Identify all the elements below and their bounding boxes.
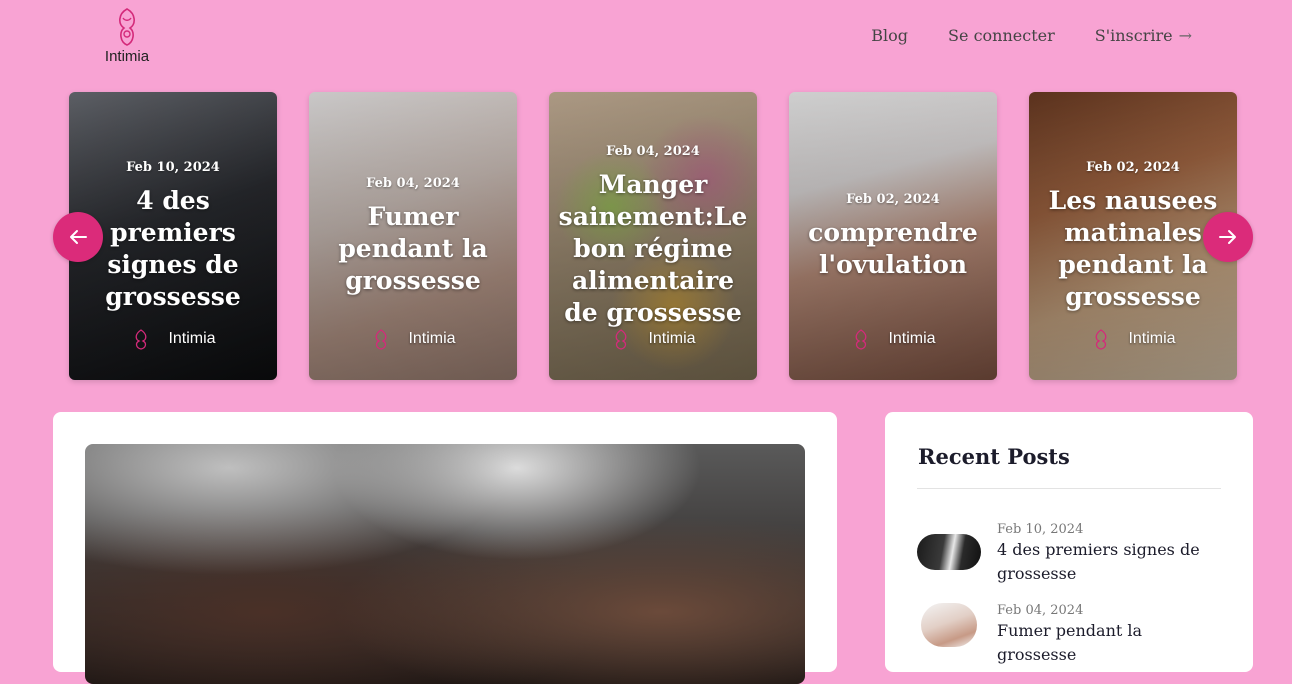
nav-blog-label: Blog <box>871 26 909 45</box>
post-carousel: Feb 10, 2024 4 des premiers signes de gr… <box>69 92 1237 380</box>
author-logo-icon <box>1096 329 1107 350</box>
brand-name: Intimia <box>104 48 150 65</box>
carousel-next-button[interactable] <box>1203 212 1253 262</box>
card-date: Feb 04, 2024 <box>366 175 460 191</box>
card-author-name: Intimia <box>888 330 936 347</box>
card-date: Feb 02, 2024 <box>846 191 940 207</box>
logo-mark-icon <box>119 8 135 46</box>
card-date: Feb 10, 2024 <box>126 159 220 175</box>
post-title[interactable]: 4 des premiers signes de grossesse <box>997 538 1221 586</box>
author-logo-icon <box>376 329 387 350</box>
brand-logo[interactable]: Intimia <box>100 6 154 68</box>
divider <box>917 488 1221 489</box>
card-date: Feb 04, 2024 <box>606 143 700 159</box>
recent-post-item[interactable]: Feb 04, 2024 Fumer pendant la grossesse <box>917 603 1221 667</box>
card-author-name: Intimia <box>648 330 696 347</box>
nav-login-link[interactable]: Se connecter <box>948 26 1055 45</box>
arrow-right-icon <box>1219 230 1236 244</box>
author-logo-icon <box>136 329 147 350</box>
author-logo-icon <box>856 329 867 350</box>
post-title[interactable]: Fumer pendant la grossesse <box>997 619 1221 667</box>
article-panel <box>53 412 837 684</box>
post-date: Feb 04, 2024 <box>997 603 1084 618</box>
card-title: 4 des premiers signes de grossesse <box>105 185 241 311</box>
top-nav: Blog Se connecter S'inscrire → <box>871 26 1192 45</box>
carousel-card[interactable]: Feb 02, 2024 comprendre l'ovulation Inti… <box>789 92 997 380</box>
card-date: Feb 02, 2024 <box>1086 159 1180 175</box>
post-date: Feb 10, 2024 <box>997 522 1084 537</box>
card-title: Les nausees matinales pendant la grosses… <box>1048 185 1218 311</box>
recent-posts-sidebar: Recent Posts Feb 10, 2024 4 des premiers… <box>885 412 1253 672</box>
carousel-prev-button[interactable] <box>53 212 103 262</box>
arrow-right-icon: → <box>1178 26 1192 45</box>
card-author-name: Intimia <box>168 330 216 347</box>
post-thumbnail <box>917 534 981 570</box>
carousel-card[interactable]: Feb 04, 2024 Manger sainement:Le bon rég… <box>549 92 757 380</box>
card-author: Intimia <box>1029 328 1237 350</box>
nav-blog-link[interactable]: Blog <box>871 26 908 45</box>
card-author: Intimia <box>309 328 517 350</box>
card-title: Manger sainement:Le bon régime alimentai… <box>558 169 748 327</box>
author-logo-icon <box>616 329 627 350</box>
carousel-card[interactable]: Feb 04, 2024 Fumer pendant la grossesse … <box>309 92 517 380</box>
nav-signup-link[interactable]: S'inscrire → <box>1095 26 1192 45</box>
card-title: Fumer pendant la grossesse <box>338 201 488 295</box>
arrow-left-icon <box>70 230 87 244</box>
card-author-name: Intimia <box>1128 330 1176 347</box>
card-author: Intimia <box>549 328 757 350</box>
card-author: Intimia <box>789 328 997 350</box>
nav-signup-label: S'inscrire <box>1094 26 1173 45</box>
nav-login-label: Se connecter <box>948 26 1055 45</box>
card-author: Intimia <box>69 328 277 350</box>
article-hero-image <box>85 444 805 684</box>
card-author-name: Intimia <box>408 330 456 347</box>
recent-posts-title: Recent Posts <box>918 444 1070 469</box>
card-title: comprendre l'ovulation <box>808 217 978 279</box>
recent-post-item[interactable]: Feb 10, 2024 4 des premiers signes de gr… <box>917 522 1221 586</box>
post-thumbnail <box>921 603 977 647</box>
